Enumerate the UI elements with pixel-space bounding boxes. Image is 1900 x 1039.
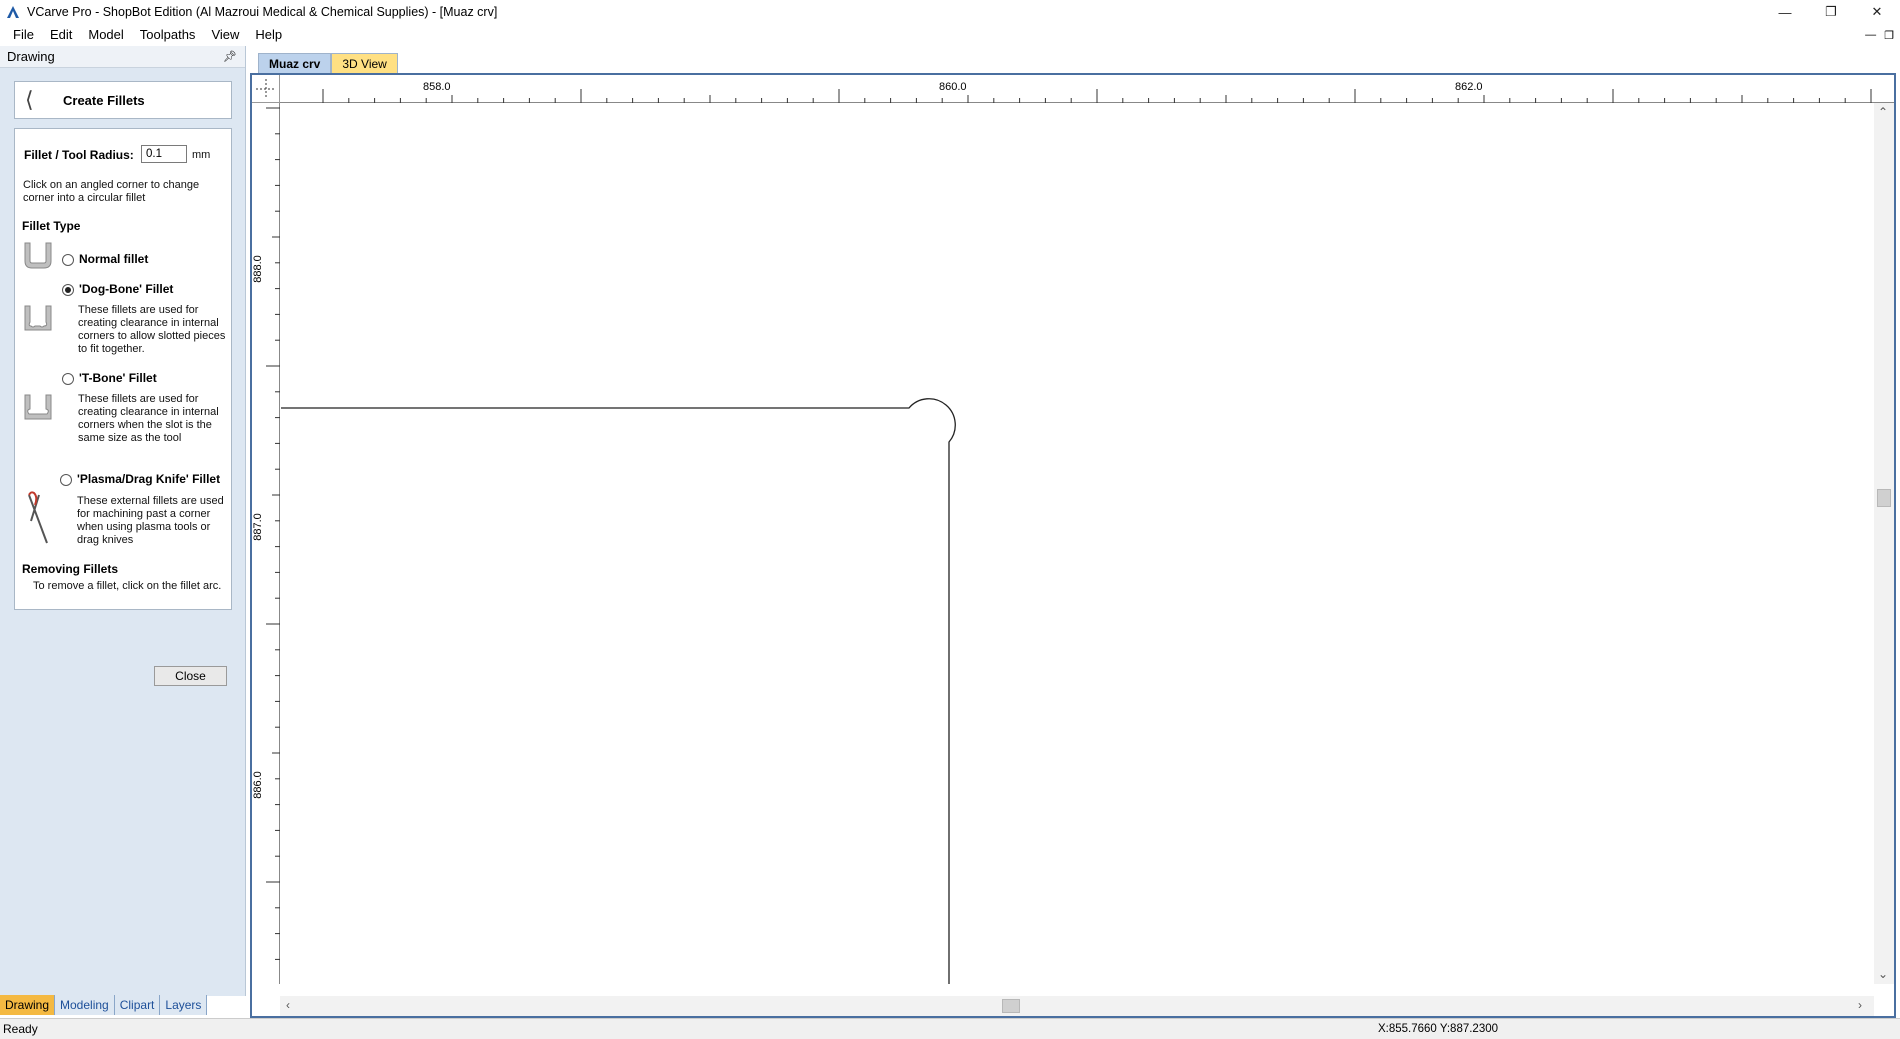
close-icon[interactable]: ✕	[1854, 0, 1900, 24]
horizontal-scrollbar[interactable]: ‹ ›	[280, 996, 1874, 1016]
tab-drawing[interactable]: Drawing	[0, 995, 56, 1015]
menu-model[interactable]: Model	[80, 24, 131, 46]
mdi-restore-icon[interactable]: ❐	[1884, 29, 1894, 42]
create-fillets-form: Fillet / Tool Radius: mm Click on an ang…	[14, 128, 232, 610]
crosshair-icon	[256, 79, 276, 99]
plasma-fillet-icon	[28, 491, 48, 544]
vector-geometry	[281, 398, 956, 984]
menu-view[interactable]: View	[203, 24, 247, 46]
radius-label: Fillet / Tool Radius:	[24, 148, 134, 162]
document-tabs: Muaz crv 3D View	[258, 53, 398, 73]
minimize-icon[interactable]: —	[1762, 0, 1808, 24]
t-bone-fillet-icon	[24, 394, 52, 420]
back-arrow-icon[interactable]: ⟨	[25, 89, 49, 111]
horizontal-ruler-ticks	[322, 89, 1898, 103]
mdi-minimize-icon[interactable]: —	[1865, 29, 1876, 41]
close-button[interactable]: Close	[154, 666, 227, 686]
vruler-label-886: 886.0	[251, 771, 264, 799]
vertical-scrollbar[interactable]: ⌃ ⌄	[1874, 103, 1894, 984]
instruction-text: Click on an angled corner to change corn…	[23, 179, 200, 204]
menu-file[interactable]: File	[5, 24, 42, 46]
window-title: VCarve Pro - ShopBot Edition (Al Mazroui…	[27, 5, 498, 19]
form-title: Create Fillets	[63, 92, 145, 108]
radius-unit: mm	[192, 149, 211, 161]
2d-view: 858.0 860.0 862.0 888.0 887.0 886.0 ⌃ ⌄ …	[250, 73, 1898, 1018]
vertical-ruler-ticks	[266, 107, 280, 986]
ruler-origin-icon[interactable]	[252, 75, 280, 103]
scroll-down-icon[interactable]: ⌄	[1878, 967, 1888, 981]
window-controls: — ❐ ✕	[1762, 0, 1900, 24]
menu-edit[interactable]: Edit	[42, 24, 80, 46]
plasma-fillet-radio[interactable]	[60, 472, 72, 486]
title-bar: VCarve Pro - ShopBot Edition (Al Mazroui…	[0, 0, 1900, 24]
menu-toolpaths[interactable]: Toolpaths	[132, 24, 204, 46]
drawing-panel: Drawing 📌︎ ⟨ Create Fillets Fillet / Too…	[0, 46, 246, 996]
t-bone-fillet-label[interactable]: 'T-Bone' Fillet	[79, 371, 157, 385]
vruler-label-887: 887.0	[251, 513, 264, 541]
restore-icon[interactable]: ❐	[1808, 0, 1854, 24]
form-title-box: ⟨ Create Fillets	[14, 81, 232, 119]
removing-fillets-text: To remove a fillet, click on the fillet …	[33, 580, 222, 592]
scroll-up-icon[interactable]: ⌃	[1878, 105, 1888, 119]
status-bar: Ready X:855.7660 Y:887.2300	[0, 1018, 1900, 1039]
normal-fillet-radio[interactable]	[62, 252, 74, 266]
panel-header: Drawing 📌︎	[0, 46, 245, 68]
menu-bar: File Edit Model Toolpaths View Help	[0, 24, 1900, 46]
dog-bone-fillet-path[interactable]	[281, 398, 956, 984]
menu-help[interactable]: Help	[247, 24, 290, 46]
vcarve-app-icon	[7, 6, 19, 18]
pin-icon[interactable]: 📌︎	[223, 50, 237, 63]
tab-layers[interactable]: Layers	[160, 995, 208, 1015]
fillet-type-heading: Fillet Type	[22, 219, 81, 233]
vertical-scroll-thumb[interactable]	[1877, 489, 1891, 507]
t-bone-fillet-radio[interactable]	[62, 371, 74, 385]
scroll-right-icon[interactable]: ›	[1858, 998, 1862, 1012]
scroll-left-icon[interactable]: ‹	[286, 998, 290, 1012]
vruler-label-888: 888.0	[251, 255, 264, 283]
radius-input[interactable]	[141, 145, 187, 163]
drawing-canvas[interactable]	[281, 104, 1872, 984]
dog-bone-fillet-label[interactable]: 'Dog-Bone' Fillet	[79, 282, 173, 296]
panel-header-title: Drawing	[7, 49, 55, 64]
cursor-coordinates: X:855.7660 Y:887.2300	[1378, 1023, 1499, 1035]
vertical-ruler[interactable]: 888.0 887.0 886.0	[251, 103, 280, 986]
tab-clipart[interactable]: Clipart	[114, 995, 161, 1015]
t-bone-fillet-description: These fillets are used for creating clea…	[78, 393, 219, 444]
horizontal-scroll-thumb[interactable]	[1002, 999, 1020, 1013]
tab-3d-view[interactable]: 3D View	[331, 53, 398, 73]
hruler-label-860: 860.0	[939, 81, 967, 93]
normal-fillet-icon	[24, 242, 52, 269]
tab-muaz-crv[interactable]: Muaz crv	[258, 53, 332, 73]
hruler-label-862: 862.0	[1455, 81, 1483, 93]
plasma-fillet-description: These external fillets are used for mach…	[77, 495, 224, 546]
status-text: Ready	[3, 1022, 38, 1036]
removing-fillets-heading: Removing Fillets	[22, 562, 119, 576]
hruler-label-858: 858.0	[423, 81, 451, 93]
dog-bone-fillet-description: These fillets are used for creating clea…	[78, 304, 226, 355]
normal-fillet-label[interactable]: Normal fillet	[79, 252, 148, 266]
bottom-tabs: Drawing Modeling Clipart Layers	[0, 995, 208, 1015]
dog-bone-fillet-icon	[24, 305, 52, 331]
horizontal-ruler[interactable]: 858.0 860.0 862.0	[280, 75, 1898, 103]
dog-bone-fillet-radio[interactable]	[62, 282, 74, 296]
plasma-fillet-label[interactable]: 'Plasma/Drag Knife' Fillet	[77, 472, 220, 486]
tab-modeling[interactable]: Modeling	[55, 995, 115, 1015]
mdi-controls: — ❐	[1865, 24, 1894, 46]
